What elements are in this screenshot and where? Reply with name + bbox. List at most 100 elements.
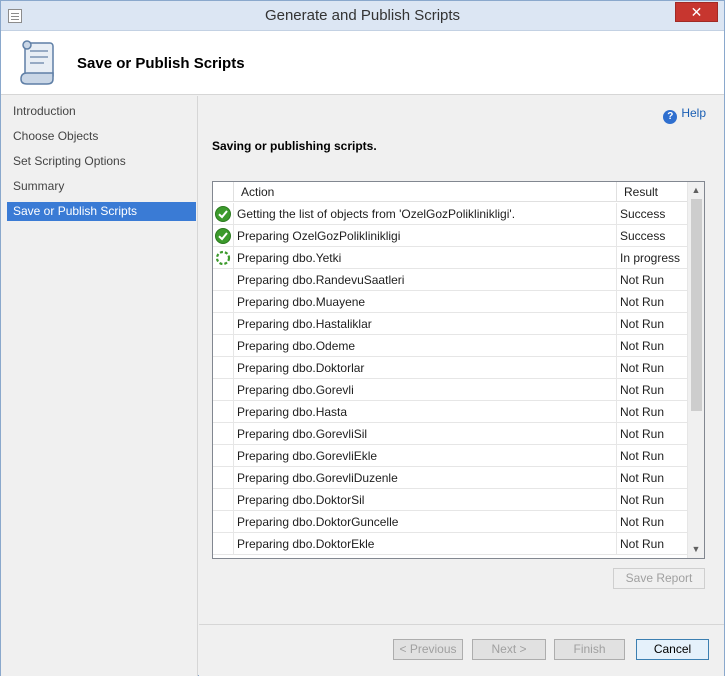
vertical-scrollbar[interactable]: ▲ ▼ [687, 182, 704, 558]
status-column-header [213, 182, 234, 202]
help-label: Help [681, 106, 706, 120]
action-cell: Preparing dbo.RandevuSaatleri [235, 269, 617, 291]
result-cell: Not Run [620, 515, 665, 529]
page-header: Save or Publish Scripts [1, 31, 724, 95]
table-row[interactable]: Preparing OzelGozPoliklinikligi Success [213, 225, 687, 247]
action-cell: Preparing dbo.DoktorSil [235, 489, 617, 511]
table-row[interactable]: Preparing dbo.Doktorlar Not Run [213, 357, 687, 379]
scroll-down-icon[interactable]: ▼ [688, 541, 704, 558]
status-cell [213, 511, 234, 533]
table-row[interactable]: Preparing dbo.DoktorGuncelle Not Run [213, 511, 687, 533]
sidebar-item-set-scripting-options[interactable]: Set Scripting Options [7, 152, 196, 171]
result-cell: Not Run [620, 273, 665, 287]
status-cell [213, 489, 234, 511]
action-cell: Preparing dbo.DoktorEkle [235, 533, 617, 555]
success-check-icon [215, 206, 231, 222]
in-progress-icon [215, 250, 231, 266]
finish-button[interactable]: Finish [554, 639, 625, 660]
success-check-icon [215, 228, 231, 244]
table-row[interactable]: Preparing dbo.GorevliEkle Not Run [213, 445, 687, 467]
window-title: Generate and Publish Scripts [264, 7, 461, 24]
help-link[interactable]: ? Help [663, 106, 706, 124]
scroll-thumb[interactable] [691, 199, 702, 411]
result-cell: Not Run [620, 317, 665, 331]
sidebar-item-save-or-publish-scripts[interactable]: Save or Publish Scripts [7, 202, 196, 221]
status-cell [213, 401, 234, 423]
action-cell: Getting the list of objects from 'OzelGo… [235, 203, 617, 225]
table-row[interactable]: Preparing dbo.Yetki In progress [213, 247, 687, 269]
cancel-button[interactable]: Cancel [636, 639, 709, 660]
result-cell: Not Run [620, 537, 665, 551]
action-column-header[interactable]: Action [235, 182, 617, 202]
status-cell [213, 379, 234, 401]
table-row[interactable]: Preparing dbo.Hasta Not Run [213, 401, 687, 423]
table-row[interactable]: Getting the list of objects from 'OzelGo… [213, 203, 687, 225]
action-cell: Preparing dbo.Hastaliklar [235, 313, 617, 335]
status-cell [213, 269, 234, 291]
result-cell: Not Run [620, 449, 665, 463]
status-cell [213, 357, 234, 379]
table-row[interactable]: Preparing dbo.Muayene Not Run [213, 291, 687, 313]
result-cell: Success [620, 207, 666, 221]
table-row[interactable]: Preparing dbo.DoktorEkle Not Run [213, 533, 687, 555]
status-cell [213, 445, 234, 467]
result-cell: Success [620, 229, 666, 243]
script-scroll-icon [20, 40, 54, 85]
scroll-up-icon[interactable]: ▲ [688, 182, 704, 199]
result-cell: Not Run [620, 361, 665, 375]
result-cell: Not Run [620, 471, 665, 485]
table-row[interactable]: Preparing dbo.GorevliDuzenle Not Run [213, 467, 687, 489]
action-cell: Preparing dbo.Odeme [235, 335, 617, 357]
status-cell [213, 335, 234, 357]
action-cell: Preparing dbo.Hasta [235, 401, 617, 423]
progress-grid: Action Result Getting the list of object… [212, 181, 705, 559]
generate-publish-scripts-window: Generate and Publish Scripts ✕ Save or P… [0, 0, 725, 676]
status-cell [213, 291, 234, 313]
result-cell: Not Run [620, 493, 665, 507]
action-cell: Preparing dbo.GorevliDuzenle [235, 467, 617, 489]
status-cell [213, 467, 234, 489]
action-cell: Preparing dbo.Gorevli [235, 379, 617, 401]
grid-rows: Getting the list of objects from 'OzelGo… [213, 203, 687, 555]
action-cell: Preparing dbo.GorevliEkle [235, 445, 617, 467]
page-title: Save or Publish Scripts [77, 55, 245, 72]
grid-header: Action Result [213, 182, 687, 202]
section-heading: Saving or publishing scripts. [212, 139, 377, 153]
table-row[interactable]: Preparing dbo.Gorevli Not Run [213, 379, 687, 401]
table-row[interactable]: Preparing dbo.Hastaliklar Not Run [213, 313, 687, 335]
result-column-header[interactable]: Result [618, 182, 687, 202]
table-row[interactable]: Preparing dbo.Odeme Not Run [213, 335, 687, 357]
status-cell [213, 247, 234, 269]
table-row[interactable]: Preparing dbo.DoktorSil Not Run [213, 489, 687, 511]
result-cell: Not Run [620, 339, 665, 353]
action-cell: Preparing dbo.DoktorGuncelle [235, 511, 617, 533]
close-button[interactable]: ✕ [675, 2, 718, 22]
result-cell: Not Run [620, 405, 665, 419]
status-cell [213, 423, 234, 445]
table-row[interactable]: Preparing dbo.GorevliSil Not Run [213, 423, 687, 445]
result-cell: Not Run [620, 383, 665, 397]
action-cell: Preparing dbo.GorevliSil [235, 423, 617, 445]
status-cell [213, 533, 234, 555]
table-row[interactable]: Preparing dbo.RandevuSaatleri Not Run [213, 269, 687, 291]
action-cell: Preparing OzelGozPoliklinikligi [235, 225, 617, 247]
wizard-sidebar: Introduction Choose Objects Set Scriptin… [1, 96, 198, 676]
previous-button[interactable]: < Previous [393, 639, 463, 660]
action-cell: Preparing dbo.Yetki [235, 247, 617, 269]
action-cell: Preparing dbo.Doktorlar [235, 357, 617, 379]
save-report-button[interactable]: Save Report [613, 568, 705, 589]
sidebar-item-introduction[interactable]: Introduction [7, 102, 196, 121]
action-cell: Preparing dbo.Muayene [235, 291, 617, 313]
status-cell [213, 203, 234, 225]
status-cell [213, 313, 234, 335]
result-cell: In progress [620, 251, 681, 265]
sidebar-item-summary[interactable]: Summary [7, 177, 196, 196]
title-bar: Generate and Publish Scripts ✕ [1, 1, 724, 31]
status-cell [213, 225, 234, 247]
next-button[interactable]: Next > [472, 639, 546, 660]
footer-divider [199, 624, 724, 625]
main-panel: ? Help Saving or publishing scripts. Acti… [199, 96, 724, 676]
sidebar-item-choose-objects[interactable]: Choose Objects [7, 127, 196, 146]
result-cell: Not Run [620, 295, 665, 309]
help-icon: ? [663, 110, 678, 124]
